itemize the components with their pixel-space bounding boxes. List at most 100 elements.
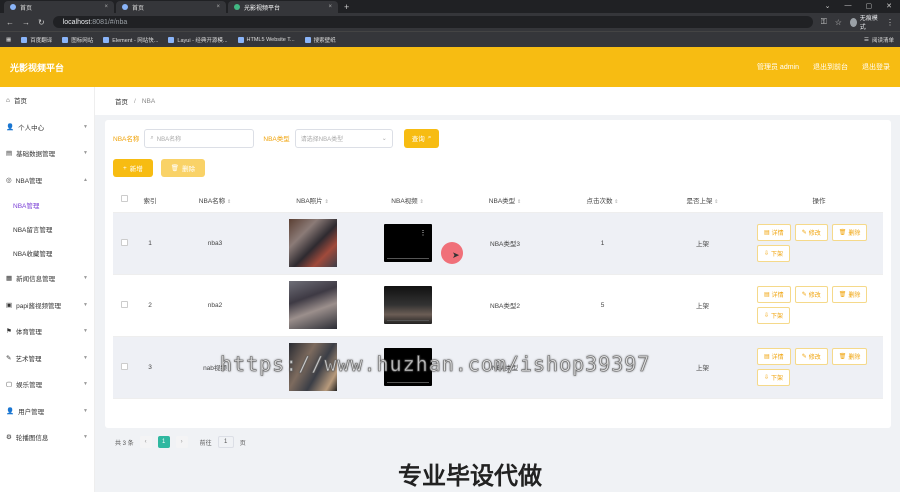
menu-icon[interactable]: ⋮ [886, 18, 894, 27]
sort-icon[interactable]: ⇕ [614, 199, 618, 205]
sidebar-item-papi[interactable]: ▣ papi酱视频管理 ▼ [0, 292, 94, 319]
main-content: 首页 / NBA NBA名称 ⌕ NBA名称 NBA类型 请选择NBA类型 ⌄ 查询… [95, 87, 900, 492]
detail-button[interactable]: ▤ 详情 [757, 348, 791, 365]
bookmark-item[interactable]: 图标网站 [62, 36, 93, 44]
video-progress-bar[interactable] [386, 320, 429, 321]
sidebar-item-nba[interactable]: ◎ NBA管理 ▲ [0, 167, 94, 194]
sidebar-subitem-nba-favorites[interactable]: NBA收藏管理 [0, 241, 94, 265]
chevron-up-icon: ▲ [83, 176, 88, 183]
col-name[interactable]: NBA名称 ⇕ [165, 188, 265, 213]
col-type[interactable]: NBA类型 ⇕ [455, 188, 555, 213]
minimize-icon[interactable]: — [845, 2, 852, 10]
browser-tab-active[interactable]: 光影视频平台 × [228, 1, 338, 13]
offshelf-button[interactable]: ⇩ 下架 [757, 307, 791, 324]
delete-button[interactable]: 🗑 删除 [831, 348, 868, 365]
name-search-input[interactable]: ⌕ NBA名称 [144, 128, 255, 148]
row-checkbox[interactable] [120, 362, 128, 370]
col-photo[interactable]: NBA照片 ⇕ [265, 188, 360, 213]
prev-page-button[interactable]: ‹ [139, 436, 152, 448]
apps-icon[interactable]: ▦ [6, 37, 11, 43]
sort-icon[interactable]: ⇕ [714, 199, 718, 205]
bookmark-item[interactable]: 百度翻译 [21, 36, 52, 44]
nba-photo-thumbnail[interactable] [288, 219, 337, 267]
video-progress-bar[interactable] [386, 258, 429, 259]
close-icon[interactable]: × [328, 4, 332, 10]
row-checkbox[interactable] [120, 238, 128, 246]
more-icon[interactable]: ⋮ [420, 229, 427, 237]
new-tab-icon[interactable]: + [344, 2, 349, 12]
maximize-icon[interactable]: ▢ [866, 2, 873, 10]
next-page-button[interactable]: › [175, 436, 188, 448]
edit-button[interactable]: ✎ 修改 [794, 348, 828, 365]
offshelf-button[interactable]: ⇩ 下架 [757, 245, 791, 262]
add-button[interactable]: + 新增 [113, 159, 153, 177]
breadcrumb-home[interactable]: 首页 [115, 96, 128, 106]
bookmark-item[interactable]: Element - 网站快... [103, 36, 158, 44]
bookmark-item[interactable]: Layui - 经典开源模... [168, 36, 228, 44]
exit-to-front-link[interactable]: 退出到前台 [813, 62, 848, 72]
bulk-delete-button[interactable]: 🗑 删除 [160, 159, 206, 177]
close-icon[interactable]: × [104, 4, 108, 10]
col-status[interactable]: 是否上架 ⇕ [650, 188, 755, 213]
forward-icon[interactable]: → [22, 18, 30, 27]
reading-list[interactable]: ☰ 阅读清单 [864, 36, 894, 44]
sidebar-item-basic-data[interactable]: ▤ 基础数据管理 ▼ [0, 140, 94, 167]
sort-icon[interactable]: ⇕ [419, 199, 423, 205]
detail-icon: ▤ [764, 292, 770, 298]
bookmark-item[interactable]: 搜索壁纸 [304, 36, 336, 44]
col-clicks[interactable]: 点击次数 ⇕ [555, 188, 650, 213]
sidebar-item-news[interactable]: ▦ 新闻信息管理 ▼ [0, 265, 94, 292]
sidebar-item-art[interactable]: ✎ 艺术管理 ▼ [0, 345, 94, 372]
sidebar-item-carousel[interactable]: ⚙ 轮播图信息 ▼ [0, 424, 94, 451]
col-video[interactable]: NBA视频 ⇕ [360, 188, 455, 213]
close-icon[interactable]: × [216, 4, 220, 10]
bookmark-icon [62, 36, 69, 43]
sidebar-item-entertainment[interactable]: ▢ 娱乐管理 ▼ [0, 371, 94, 398]
offshelf-button[interactable]: ⇩ 下架 [757, 369, 791, 386]
star-icon[interactable]: ☆ [835, 18, 842, 27]
delete-button[interactable]: 🗑 删除 [831, 224, 868, 241]
chevron-down-icon: ▼ [83, 381, 88, 388]
video-player[interactable]: ⋮ [383, 224, 432, 262]
detail-button[interactable]: ▤ 详情 [757, 286, 791, 303]
goto-page-input[interactable]: 1 [217, 436, 234, 448]
browser-tab[interactable]: 首页 × [4, 1, 114, 13]
url-input[interactable]: localhost:8081/#/nba [52, 16, 813, 28]
sidebar-item-users[interactable]: 👤 用户管理 ▼ [0, 398, 94, 425]
chevron-down-icon[interactable]: ⌄ [825, 2, 831, 10]
key-icon[interactable]: ⚿ [821, 17, 827, 27]
type-select[interactable]: 请选择NBA类型 ⌄ [294, 128, 393, 148]
detail-button[interactable]: ▤ 详情 [757, 224, 791, 241]
sidebar-item-sports[interactable]: ⚑ 体育管理 ▼ [0, 318, 94, 345]
delete-button[interactable]: 🗑 删除 [831, 286, 868, 303]
video-player[interactable] [383, 286, 432, 324]
sort-icon[interactable]: ⇕ [517, 199, 521, 205]
browser-tab[interactable]: 首页 × [116, 1, 226, 13]
download-icon: ⇩ [764, 375, 770, 381]
edit-button[interactable]: ✎ 修改 [794, 224, 828, 241]
sort-icon[interactable]: ⇕ [324, 199, 328, 205]
users-icon: 👤 [6, 407, 15, 415]
bookmark-item[interactable]: HTML5 Website T... [237, 36, 295, 43]
back-icon[interactable]: ← [6, 18, 14, 27]
sidebar-item-home[interactable]: ⌂ 首页 [0, 87, 94, 114]
select-all-checkbox[interactable] [120, 195, 128, 203]
action-bar: + 新增 🗑 删除 [113, 159, 206, 177]
nba-photo-thumbnail[interactable] [288, 281, 337, 329]
sidebar-item-profile[interactable]: 👤 个人中心 ▼ [0, 114, 94, 141]
query-button[interactable]: 查询 ⌕ [403, 128, 440, 148]
promo-caption: 专业毕设代做 [398, 463, 542, 490]
row-select-cell [113, 212, 135, 275]
reload-icon[interactable]: ↻ [38, 18, 45, 27]
goto-label: 前往 [199, 440, 212, 447]
sidebar-subitem-nba-messages[interactable]: NBA留言管理 [0, 217, 94, 241]
edit-button[interactable]: ✎ 修改 [794, 286, 828, 303]
row-checkbox[interactable] [120, 300, 128, 308]
page-number[interactable]: 1 [157, 436, 170, 448]
video-progress-bar[interactable] [386, 382, 429, 383]
sidebar-subitem-nba-manage[interactable]: NBA管理 [0, 193, 94, 217]
profile-badge[interactable]: 无痕模式 [849, 13, 878, 31]
logout-link[interactable]: 退出登录 [862, 62, 890, 72]
sort-icon[interactable]: ⇕ [227, 199, 231, 205]
close-icon[interactable]: ✕ [886, 2, 892, 10]
